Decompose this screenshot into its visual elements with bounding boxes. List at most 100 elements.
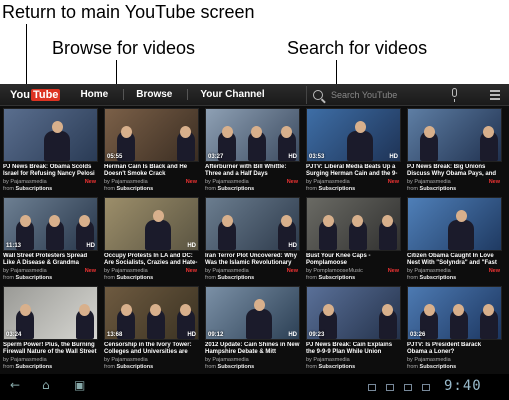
hd-badge: HD bbox=[389, 154, 398, 160]
video-title[interactable]: Afterburner with Bill Whittle: Three and… bbox=[205, 164, 300, 178]
video-tile[interactable]: 03:27 HD Afterburner with Bill Whittle: Th… bbox=[205, 108, 300, 194]
video-source: from Subscriptions bbox=[407, 364, 457, 370]
video-thumbnail[interactable]: HD bbox=[104, 197, 199, 251]
hd-badge: HD bbox=[288, 154, 297, 160]
video-thumbnail[interactable]: 11:13 HD bbox=[3, 197, 98, 251]
video-thumbnail[interactable]: 03:53 HD bbox=[306, 108, 401, 162]
video-source-label: Subscriptions bbox=[15, 186, 53, 192]
video-title[interactable]: Iran Terror Plot Uncovered: Why Was the … bbox=[205, 253, 300, 267]
video-author: by Pajamasmedia bbox=[306, 179, 350, 185]
video-source-label: Subscriptions bbox=[318, 186, 356, 192]
video-tile[interactable]: 03:24 Sperm Power! Plus, the Burning Fire… bbox=[3, 286, 98, 372]
callout-line-browse bbox=[116, 60, 117, 86]
back-icon[interactable]: ← bbox=[10, 378, 20, 392]
video-title[interactable]: Occupy Protests In LA and DC: Are Social… bbox=[104, 253, 199, 267]
home-icon[interactable]: ⌂ bbox=[42, 378, 50, 392]
video-title[interactable]: Citizen Obama Caught In Love Nest With "… bbox=[407, 253, 502, 267]
video-tile[interactable]: 09:12 HD 2012 Update: Cain Shines in New H… bbox=[205, 286, 300, 372]
video-tile[interactable]: 03:26 PJTV: Is President Barack Obama a L… bbox=[407, 286, 502, 372]
photo-icon bbox=[386, 384, 394, 391]
video-author: by Pajamasmedia bbox=[306, 357, 350, 363]
video-title[interactable]: Herman Cain Is Black and He Doesn't Smok… bbox=[104, 164, 199, 178]
video-source-label: Subscriptions bbox=[116, 275, 154, 281]
video-thumbnail[interactable]: 09:23 bbox=[306, 286, 401, 340]
video-thumbnail[interactable]: 03:27 HD bbox=[205, 108, 300, 162]
video-thumbnail[interactable] bbox=[3, 108, 98, 162]
video-source-label: Subscriptions bbox=[15, 275, 53, 281]
video-tile[interactable]: Bust Your Knee Caps - Pomplamoose by Pomp… bbox=[306, 197, 401, 283]
video-author: by Pajamasmedia bbox=[205, 268, 249, 274]
menu-icon[interactable] bbox=[490, 90, 500, 100]
new-badge: New bbox=[84, 268, 96, 274]
video-source-label: Subscriptions bbox=[318, 275, 356, 281]
youtube-logo[interactable]: You Tube bbox=[10, 87, 61, 103]
video-tile[interactable]: 09:23 PJ News Break: Cain Explains the 9-… bbox=[306, 286, 401, 372]
video-tile[interactable]: 13:68 HD Censorship in the Ivory Tower: Co… bbox=[104, 286, 199, 372]
video-tile[interactable]: 03:53 HD PJTV: Liberal Media Beats Up a Su… bbox=[306, 108, 401, 194]
tab-your-channel[interactable]: Your Channel bbox=[187, 89, 265, 100]
video-thumbnail[interactable]: 09:12 HD bbox=[205, 286, 300, 340]
tab-home[interactable]: Home bbox=[80, 89, 108, 100]
search-input[interactable]: Search YouTube bbox=[331, 90, 397, 100]
hd-badge: HD bbox=[288, 332, 297, 338]
video-source-label: Subscriptions bbox=[116, 186, 154, 192]
video-source: from Subscriptions bbox=[205, 364, 255, 370]
video-title[interactable]: PJTV: Is President Barack Obama a Loner? bbox=[407, 342, 502, 356]
video-tile[interactable]: HD Occupy Protests In LA and DC: Are Soci… bbox=[104, 197, 199, 283]
video-title[interactable]: 2012 Update: Cain Shines in New Hampshir… bbox=[205, 342, 300, 356]
video-author: by Pajamasmedia bbox=[3, 268, 47, 274]
video-thumbnail[interactable]: 03:26 bbox=[407, 286, 502, 340]
video-tile[interactable]: Citizen Obama Caught In Love Nest With "… bbox=[407, 197, 502, 283]
hd-badge: HD bbox=[187, 332, 196, 338]
video-title[interactable]: PJ News Break: Obama Scolds Israel for R… bbox=[3, 164, 98, 178]
top-bar: You Tube Home Browse Your Channel Search… bbox=[0, 84, 509, 106]
video-duration: 03:26 bbox=[410, 332, 426, 338]
recent-apps-icon[interactable]: ▣ bbox=[74, 378, 85, 392]
new-badge: New bbox=[185, 179, 197, 185]
video-title[interactable]: PJ News Break: Cain Explains the 9-9-9 P… bbox=[306, 342, 401, 356]
video-source: from Subscriptions bbox=[104, 364, 154, 370]
video-title[interactable]: Wall Street Protesters Spread Like A Dis… bbox=[3, 253, 98, 267]
video-source: from Subscriptions bbox=[3, 275, 53, 281]
video-thumbnail[interactable]: 03:24 bbox=[3, 286, 98, 340]
video-source-label: Subscriptions bbox=[217, 275, 255, 281]
video-tile[interactable]: HD Iran Terror Plot Uncovered: Why Was th… bbox=[205, 197, 300, 283]
new-badge: New bbox=[84, 179, 96, 185]
video-title[interactable]: Bust Your Knee Caps - Pomplamoose bbox=[306, 253, 401, 267]
video-tile[interactable]: PJ News Break: Obama Scolds Israel for R… bbox=[3, 108, 98, 194]
sync-icon bbox=[404, 384, 412, 391]
microphone-icon[interactable] bbox=[452, 88, 457, 102]
video-title[interactable]: PJ News Break: Big Unions Discuss Why Ob… bbox=[407, 164, 502, 178]
search-box[interactable]: Search YouTube bbox=[306, 86, 456, 104]
new-badge: New bbox=[286, 179, 298, 185]
video-tile[interactable]: 11:13 HD Wall Street Protesters Spread Lik… bbox=[3, 197, 98, 283]
video-thumbnail[interactable] bbox=[407, 108, 502, 162]
video-source-label: Subscriptions bbox=[419, 364, 457, 370]
video-title[interactable]: PJTV: Liberal Media Beats Up a Surging H… bbox=[306, 164, 401, 178]
video-thumbnail[interactable] bbox=[306, 197, 401, 251]
video-source-label: Subscriptions bbox=[419, 186, 457, 192]
search-icon[interactable] bbox=[313, 90, 323, 100]
video-thumbnail[interactable] bbox=[407, 197, 502, 251]
video-tile[interactable]: 05:55 Herman Cain Is Black and He Doesn't… bbox=[104, 108, 199, 194]
callout-return-main: Return to main YouTube screen bbox=[2, 2, 255, 22]
video-author: by Pajamasmedia bbox=[3, 357, 47, 363]
logo-you: You bbox=[10, 88, 30, 101]
video-title[interactable]: Sperm Power! Plus, the Burning Firewall … bbox=[3, 342, 98, 356]
video-duration: 11:13 bbox=[6, 243, 22, 249]
video-thumbnail[interactable]: 05:55 bbox=[104, 108, 199, 162]
system-bar: ← ⌂ ▣ 9:40 bbox=[0, 374, 509, 400]
video-tile[interactable]: PJ News Break: Big Unions Discuss Why Ob… bbox=[407, 108, 502, 194]
video-duration: 13:68 bbox=[107, 332, 123, 338]
video-duration: 09:23 bbox=[309, 332, 325, 338]
tab-browse[interactable]: Browse bbox=[123, 89, 172, 100]
video-duration: 03:53 bbox=[309, 154, 325, 160]
video-source-label: Subscriptions bbox=[116, 364, 154, 370]
video-title[interactable]: Censorship in the Ivory Tower: Colleges … bbox=[104, 342, 199, 356]
video-thumbnail[interactable]: 13:68 HD bbox=[104, 286, 199, 340]
video-thumbnail[interactable]: HD bbox=[205, 197, 300, 251]
new-badge: New bbox=[286, 268, 298, 274]
new-badge: New bbox=[488, 268, 500, 274]
new-badge: New bbox=[387, 268, 399, 274]
logo-tube: Tube bbox=[30, 88, 61, 101]
